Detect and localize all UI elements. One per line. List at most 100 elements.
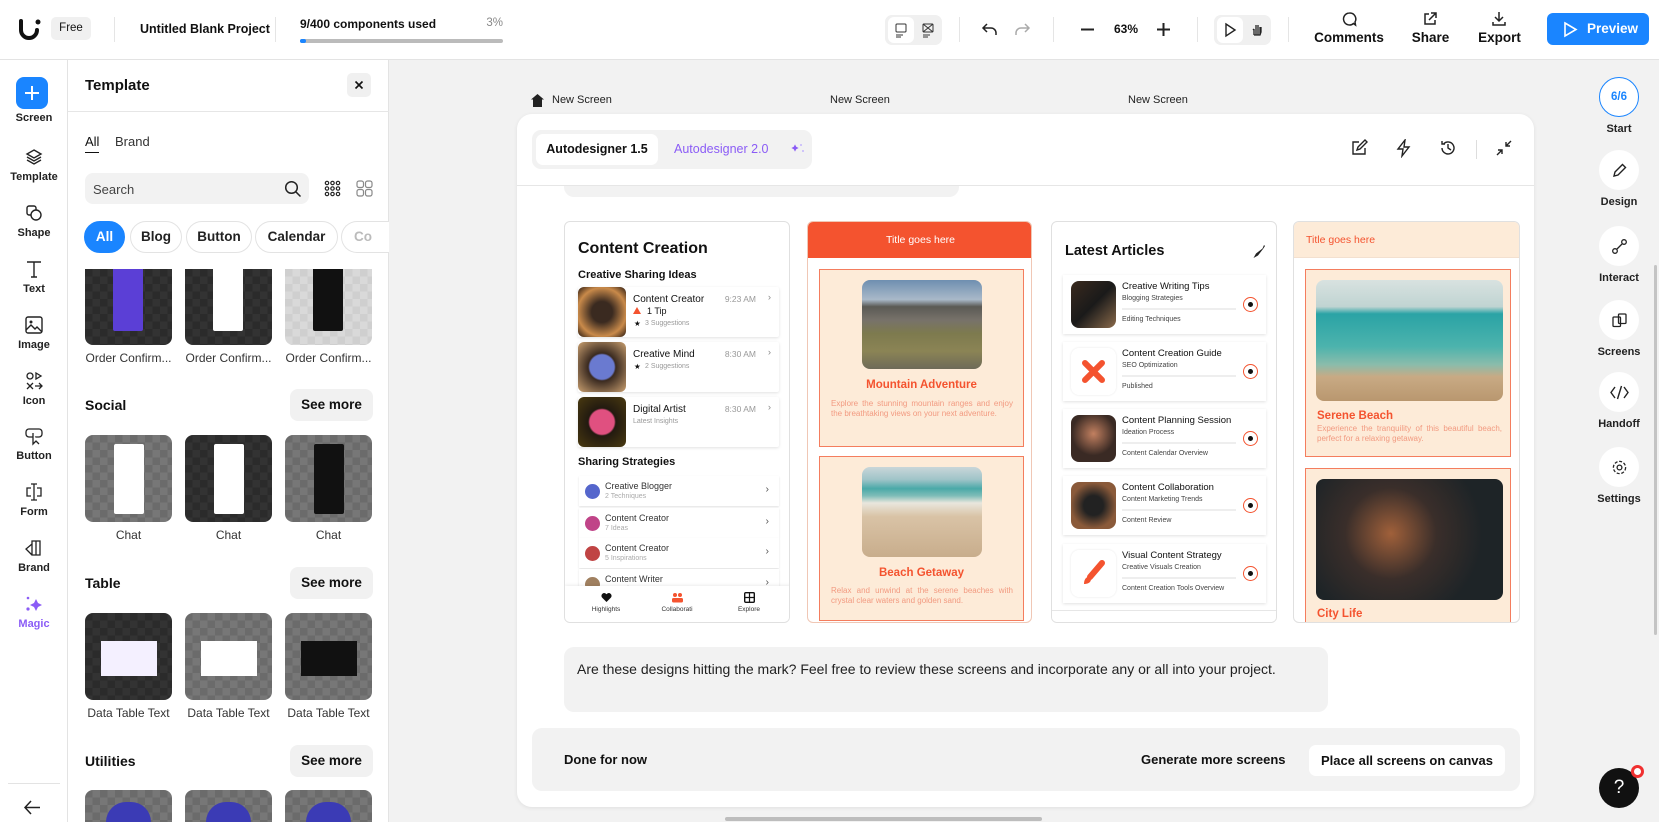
template-thumbnail[interactable] bbox=[185, 435, 272, 522]
destination-card[interactable]: Beach Getaway Relax and unwind at the se… bbox=[819, 456, 1024, 621]
chip-more[interactable]: Co bbox=[341, 221, 389, 253]
template-thumbnail[interactable] bbox=[85, 269, 172, 345]
template-thumbnail[interactable] bbox=[285, 435, 372, 522]
template-label[interactable]: Chat bbox=[281, 528, 376, 542]
chip-calendar[interactable]: Calendar bbox=[255, 221, 338, 253]
small-grid-icon[interactable] bbox=[324, 180, 341, 197]
radio-icon[interactable] bbox=[1243, 297, 1258, 312]
rail-item-brand[interactable]: Brand bbox=[0, 538, 68, 574]
redo-icon[interactable] bbox=[1013, 20, 1031, 38]
template-thumbnail[interactable] bbox=[285, 790, 372, 822]
close-panel-button[interactable] bbox=[347, 73, 371, 97]
rail-item-magic[interactable]: Magic bbox=[0, 594, 68, 630]
destination-card[interactable]: City Life bbox=[1305, 468, 1511, 622]
template-thumbnail[interactable] bbox=[85, 790, 172, 822]
radio-icon[interactable] bbox=[1243, 364, 1258, 379]
design-view-button[interactable] bbox=[888, 17, 914, 43]
idea-list-item[interactable]: Digital Artist 8:30 AM › Latest Insights bbox=[578, 397, 779, 447]
template-label[interactable]: Order Confirm... bbox=[81, 351, 176, 365]
template-label[interactable]: Data Table Text bbox=[81, 706, 176, 720]
strategy-row[interactable]: Content Creator 7 Ideas › bbox=[579, 508, 779, 538]
template-thumbnail[interactable] bbox=[285, 269, 372, 345]
zoom-out-icon[interactable] bbox=[1080, 22, 1095, 37]
nav-explore[interactable]: Explore bbox=[728, 592, 770, 613]
vertical-scrollbar[interactable] bbox=[1654, 265, 1657, 635]
rail-item-image[interactable]: Image bbox=[0, 315, 68, 351]
add-screen-button[interactable] bbox=[16, 77, 48, 109]
rail-item-screen[interactable]: Screen bbox=[0, 112, 68, 124]
template-thumbnail[interactable] bbox=[85, 435, 172, 522]
right-rail-screens[interactable]: Screens bbox=[1598, 300, 1640, 358]
preview-button[interactable]: Preview bbox=[1547, 13, 1649, 45]
tab-autodesigner-1-5[interactable]: Autodesigner 1.5 bbox=[536, 134, 658, 165]
hand-tool-icon[interactable] bbox=[1244, 17, 1270, 43]
idea-list-item[interactable]: Content Creator 9:23 AM › 1 Tip ★ 3 Suggestio… bbox=[578, 287, 779, 337]
screen-label[interactable]: New Screen bbox=[552, 94, 612, 106]
screen-preview-travel-orange[interactable]: Title goes here Mountain Adventure Explo… bbox=[807, 221, 1032, 623]
place-screens-button[interactable]: Place all screens on canvas bbox=[1309, 745, 1505, 776]
template-label[interactable]: Chat bbox=[81, 528, 176, 542]
screen-preview-travel-peach[interactable]: Title goes here Serene Beach Experience … bbox=[1293, 221, 1520, 623]
nav-collaborate[interactable]: Collaborati bbox=[656, 592, 698, 613]
template-label[interactable]: Data Table Text bbox=[181, 706, 276, 720]
screen-label[interactable]: New Screen bbox=[1128, 94, 1188, 106]
chip-button[interactable]: Button bbox=[186, 221, 252, 253]
radio-icon[interactable] bbox=[1243, 498, 1258, 513]
rail-item-shape[interactable]: Shape bbox=[0, 203, 68, 239]
template-label[interactable]: Order Confirm... bbox=[181, 351, 276, 365]
destination-card[interactable]: Serene Beach Experience the tranquility … bbox=[1305, 269, 1511, 457]
template-thumbnail[interactable] bbox=[285, 613, 372, 700]
radio-icon[interactable] bbox=[1243, 431, 1258, 446]
pen-nib-icon[interactable] bbox=[1251, 244, 1266, 259]
search-input[interactable]: Search bbox=[85, 173, 309, 204]
tab-brand[interactable]: Brand bbox=[115, 134, 150, 149]
logo-icon[interactable] bbox=[18, 18, 43, 41]
collapse-icon[interactable] bbox=[1495, 139, 1514, 158]
rail-item-icon[interactable]: Icon bbox=[0, 371, 68, 407]
rail-item-text[interactable]: Text bbox=[0, 259, 68, 295]
undo-icon[interactable] bbox=[981, 20, 999, 38]
right-rail-settings[interactable]: Settings bbox=[1597, 447, 1641, 505]
template-label[interactable]: Data Table Text bbox=[281, 706, 376, 720]
radio-icon[interactable] bbox=[1243, 566, 1258, 581]
idea-list-item[interactable]: Creative Mind 8:30 AM › ★ 2 Suggestions bbox=[578, 342, 779, 392]
strategy-row[interactable]: Creative Blogger 2 Techniques › bbox=[579, 476, 779, 506]
tab-all[interactable]: All bbox=[85, 134, 100, 153]
article-item[interactable]: Content Collaboration Content Marketing T… bbox=[1063, 476, 1266, 535]
right-rail-interact[interactable]: Interact bbox=[1598, 226, 1640, 284]
horizontal-scrollbar[interactable] bbox=[725, 817, 1042, 821]
done-button[interactable]: Done for now bbox=[564, 752, 647, 767]
zoom-level[interactable]: 63% bbox=[1110, 22, 1142, 36]
rail-item-form[interactable]: Form bbox=[0, 482, 68, 518]
nav-highlights[interactable]: Highlights bbox=[585, 592, 627, 613]
template-label[interactable]: Chat bbox=[181, 528, 276, 542]
screen-label[interactable]: New Screen bbox=[830, 94, 890, 106]
screen-preview-latest-articles[interactable]: Latest Articles Creative Writing Tips Blo… bbox=[1051, 221, 1277, 623]
project-name[interactable]: Untitled Blank Project bbox=[140, 22, 270, 36]
large-grid-icon[interactable] bbox=[356, 180, 373, 197]
select-tool-button[interactable] bbox=[1217, 17, 1243, 43]
right-rail-handoff[interactable]: Handoff bbox=[1598, 372, 1640, 430]
lightning-icon[interactable] bbox=[1395, 139, 1412, 158]
screen-preview-content-creation[interactable]: Content Creation Creative Sharing Ideas … bbox=[564, 221, 790, 623]
rail-item-button[interactable]: Button bbox=[0, 426, 68, 462]
template-thumbnail[interactable] bbox=[185, 613, 272, 700]
export-button[interactable]: Export bbox=[1476, 11, 1523, 45]
history-icon[interactable] bbox=[1439, 139, 1458, 158]
collapse-arrow-icon[interactable] bbox=[23, 799, 42, 816]
tab-autodesigner-2-0[interactable]: Autodesigner 2.0 bbox=[674, 142, 769, 156]
right-rail-design[interactable]: Design bbox=[1598, 150, 1640, 208]
rail-item-template[interactable]: Template bbox=[0, 147, 68, 183]
strategy-row[interactable]: Content Creator 5 Inspirations › bbox=[579, 538, 779, 568]
see-more-button[interactable]: See more bbox=[290, 389, 373, 421]
share-button[interactable]: Share bbox=[1407, 11, 1454, 45]
template-thumbnail[interactable] bbox=[185, 269, 272, 345]
article-item[interactable]: Content Creation Guide SEO Optimization Pu… bbox=[1063, 342, 1266, 401]
article-item[interactable]: Creative Writing Tips Blogging Strategies… bbox=[1063, 275, 1266, 334]
edit-icon[interactable] bbox=[1350, 139, 1369, 158]
chip-blog[interactable]: Blog bbox=[130, 221, 182, 253]
destination-card[interactable]: Mountain Adventure Explore the stunning … bbox=[819, 269, 1024, 447]
see-more-button[interactable]: See more bbox=[290, 567, 373, 599]
see-more-button[interactable]: See more bbox=[290, 745, 373, 777]
chip-all[interactable]: All bbox=[84, 221, 125, 253]
